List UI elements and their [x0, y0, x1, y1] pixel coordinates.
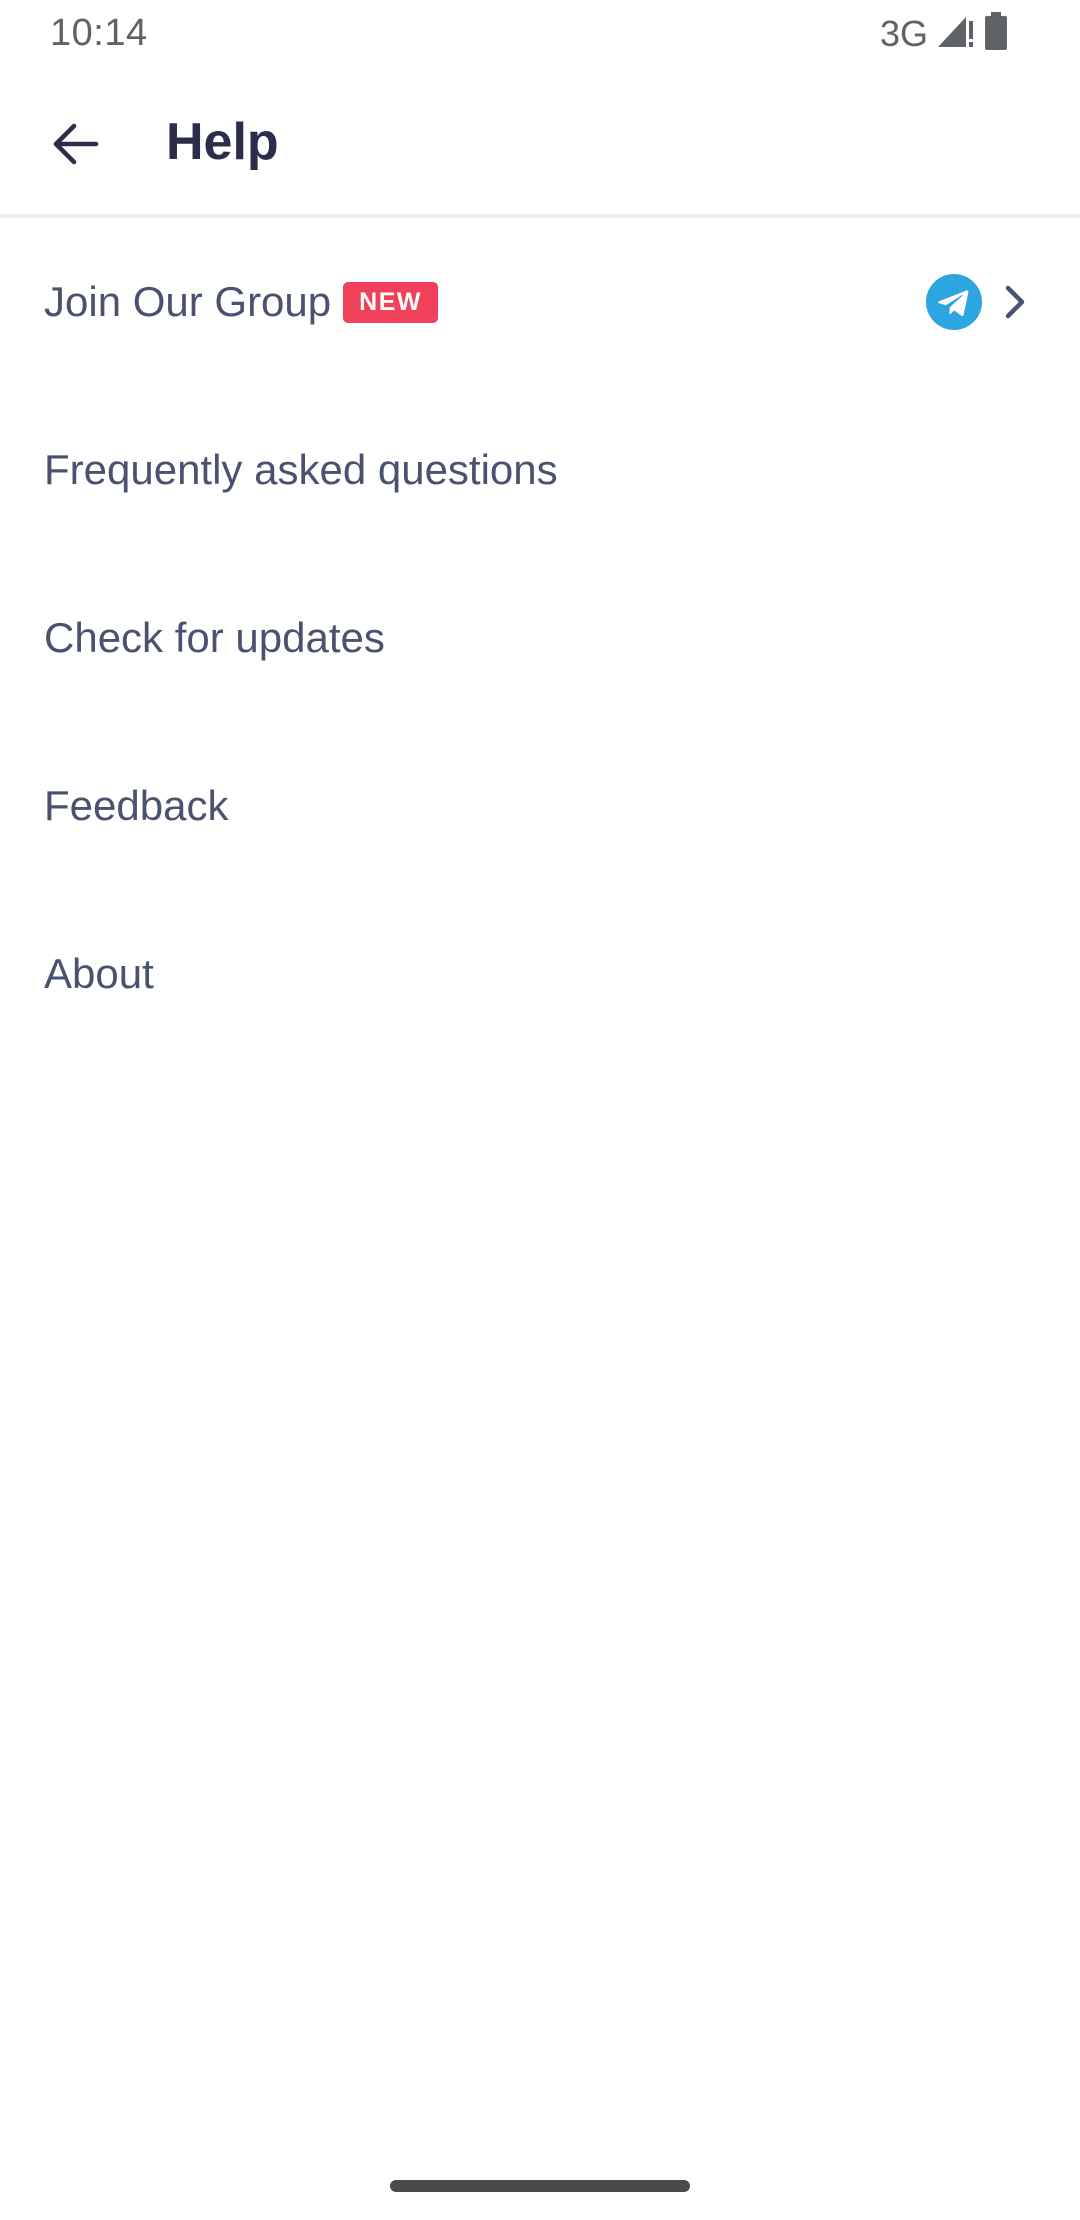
gesture-nav-handle[interactable] [390, 2180, 690, 2192]
menu-item-feedback[interactable]: Feedback [0, 722, 1080, 890]
status-time: 10:14 [50, 12, 148, 54]
menu-item-about[interactable]: About [0, 890, 1080, 1058]
menu-item-label: Frequently asked questions [44, 446, 558, 493]
menu-item-label: About [44, 950, 154, 997]
page-title: Help [166, 113, 279, 171]
help-menu-list: Join Our Group NEW Frequently asked ques… [0, 218, 1080, 1058]
chevron-right-icon [1002, 282, 1030, 322]
menu-item-join-group[interactable]: Join Our Group NEW [0, 218, 1080, 386]
menu-item-check-updates[interactable]: Check for updates [0, 554, 1080, 722]
new-badge: NEW [343, 281, 438, 323]
item-trailing [926, 274, 1030, 330]
signal-icon [936, 13, 976, 54]
status-bar: 10:14 3G [0, 0, 1080, 66]
app-bar: Help [0, 66, 1080, 218]
menu-item-faq[interactable]: Frequently asked questions [0, 386, 1080, 554]
menu-item-label: Join Our Group [44, 278, 332, 325]
arrow-left-icon [52, 122, 100, 171]
telegram-icon [926, 274, 982, 330]
menu-item-label: Feedback [44, 782, 229, 829]
network-type: 3G [879, 12, 928, 54]
menu-item-label: Check for updates [44, 614, 385, 661]
back-button[interactable] [36, 106, 116, 186]
battery-icon [984, 12, 1008, 55]
status-icons: 3G [880, 12, 1008, 55]
